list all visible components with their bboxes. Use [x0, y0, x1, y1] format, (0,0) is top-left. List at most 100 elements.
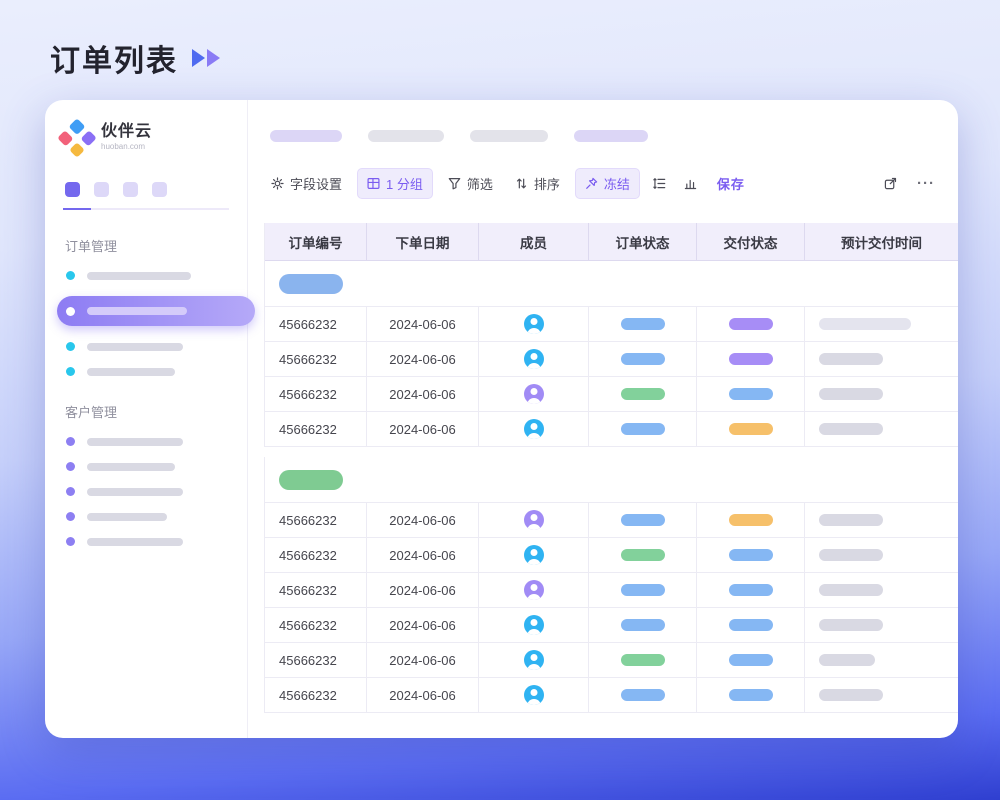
sidebar-item[interactable] — [63, 367, 229, 376]
table-row[interactable]: 456662322024-06-06 — [264, 678, 958, 713]
table-row[interactable]: 456662322024-06-06 — [264, 538, 958, 573]
order-status-cell[interactable] — [589, 608, 697, 643]
eta-cell[interactable] — [805, 643, 958, 678]
table-row[interactable]: 456662322024-06-06 — [264, 643, 958, 678]
save-button[interactable]: 保存 — [710, 169, 752, 198]
member-cell[interactable] — [479, 412, 589, 447]
delivery-status-cell[interactable] — [697, 678, 805, 713]
group-header-row[interactable] — [264, 457, 958, 503]
eta-cell[interactable] — [805, 503, 958, 538]
member-cell[interactable] — [479, 678, 589, 713]
eta-cell[interactable] — [805, 608, 958, 643]
order-date-cell[interactable]: 2024-06-06 — [367, 643, 479, 678]
sidebar-item[interactable] — [63, 462, 229, 471]
order-date-cell[interactable]: 2024-06-06 — [367, 538, 479, 573]
table-row[interactable]: 456662322024-06-06 — [264, 377, 958, 412]
order-status-cell[interactable] — [589, 503, 697, 538]
filter-button[interactable]: 筛选 — [441, 169, 500, 198]
order-date-cell[interactable]: 2024-06-06 — [367, 608, 479, 643]
eta-cell[interactable] — [805, 307, 958, 342]
delivery-status-cell[interactable] — [697, 412, 805, 447]
table-row[interactable]: 456662322024-06-06 — [264, 573, 958, 608]
sidebar-item[interactable] — [63, 537, 229, 546]
member-cell[interactable] — [479, 377, 589, 412]
sidebar-item[interactable] — [63, 437, 229, 446]
view-tab[interactable] — [152, 182, 167, 197]
eta-cell[interactable] — [805, 573, 958, 608]
column-header[interactable]: 下单日期 — [367, 223, 479, 261]
order-no-cell[interactable]: 45666232 — [265, 573, 367, 608]
table-row[interactable]: 456662322024-06-06 — [264, 412, 958, 447]
order-date-cell[interactable]: 2024-06-06 — [367, 412, 479, 447]
member-cell[interactable] — [479, 503, 589, 538]
view-tab[interactable] — [94, 182, 109, 197]
member-cell[interactable] — [479, 342, 589, 377]
column-header[interactable]: 订单状态 — [589, 223, 697, 261]
order-no-cell[interactable]: 45666232 — [265, 307, 367, 342]
order-status-cell[interactable] — [589, 573, 697, 608]
eta-cell[interactable] — [805, 412, 958, 447]
order-no-cell[interactable]: 45666232 — [265, 412, 367, 447]
more-button[interactable]: ··· — [912, 174, 940, 194]
order-status-cell[interactable] — [589, 678, 697, 713]
order-status-cell[interactable] — [589, 307, 697, 342]
order-no-cell[interactable]: 45666232 — [265, 538, 367, 573]
view-tab-active[interactable] — [65, 182, 80, 197]
column-header[interactable]: 成员 — [479, 223, 589, 261]
delivery-status-cell[interactable] — [697, 377, 805, 412]
sidebar-item[interactable] — [63, 342, 229, 351]
sort-button[interactable]: 排序 — [508, 169, 567, 198]
table-row[interactable]: 456662322024-06-06 — [264, 342, 958, 377]
group-header-row[interactable] — [264, 261, 958, 307]
chart-button[interactable] — [679, 172, 702, 195]
member-cell[interactable] — [479, 643, 589, 678]
member-cell[interactable] — [479, 538, 589, 573]
delivery-status-cell[interactable] — [697, 573, 805, 608]
order-status-cell[interactable] — [589, 643, 697, 678]
row-height-button[interactable] — [648, 172, 671, 195]
table-row[interactable]: 456662322024-06-06 — [264, 608, 958, 643]
column-header[interactable]: 订单编号 — [265, 223, 367, 261]
order-status-cell[interactable] — [589, 342, 697, 377]
order-date-cell[interactable]: 2024-06-06 — [367, 503, 479, 538]
delivery-status-cell[interactable] — [697, 503, 805, 538]
order-no-cell[interactable]: 45666232 — [265, 643, 367, 678]
delivery-status-cell[interactable] — [697, 307, 805, 342]
order-date-cell[interactable]: 2024-06-06 — [367, 307, 479, 342]
field-settings-button[interactable]: 字段设置 — [264, 169, 349, 198]
freeze-button[interactable]: 冻结 — [575, 168, 640, 199]
sidebar-item[interactable] — [63, 487, 229, 496]
delivery-status-cell[interactable] — [697, 342, 805, 377]
group-button[interactable]: 1 分组 — [357, 168, 433, 199]
order-status-cell[interactable] — [589, 377, 697, 412]
order-status-cell[interactable] — [589, 412, 697, 447]
delivery-status-cell[interactable] — [697, 538, 805, 573]
order-no-cell[interactable]: 45666232 — [265, 608, 367, 643]
order-date-cell[interactable]: 2024-06-06 — [367, 678, 479, 713]
table-row[interactable]: 456662322024-06-06 — [264, 307, 958, 342]
sidebar-item[interactable] — [63, 512, 229, 521]
table-row[interactable]: 456662322024-06-06 — [264, 503, 958, 538]
order-status-cell[interactable] — [589, 538, 697, 573]
member-cell[interactable] — [479, 608, 589, 643]
order-no-cell[interactable]: 45666232 — [265, 503, 367, 538]
delivery-status-cell[interactable] — [697, 643, 805, 678]
delivery-status-cell[interactable] — [697, 608, 805, 643]
share-button[interactable] — [879, 172, 902, 195]
view-tab[interactable] — [123, 182, 138, 197]
eta-cell[interactable] — [805, 538, 958, 573]
member-cell[interactable] — [479, 573, 589, 608]
order-no-cell[interactable]: 45666232 — [265, 678, 367, 713]
eta-cell[interactable] — [805, 678, 958, 713]
order-date-cell[interactable]: 2024-06-06 — [367, 342, 479, 377]
order-date-cell[interactable]: 2024-06-06 — [367, 377, 479, 412]
column-header[interactable]: 交付状态 — [697, 223, 805, 261]
sidebar-item-selected[interactable] — [57, 296, 255, 326]
order-date-cell[interactable]: 2024-06-06 — [367, 573, 479, 608]
sidebar-item[interactable] — [63, 271, 229, 280]
eta-cell[interactable] — [805, 342, 958, 377]
column-header[interactable]: 预计交付时间 — [805, 223, 958, 261]
eta-cell[interactable] — [805, 377, 958, 412]
member-cell[interactable] — [479, 307, 589, 342]
order-no-cell[interactable]: 45666232 — [265, 377, 367, 412]
